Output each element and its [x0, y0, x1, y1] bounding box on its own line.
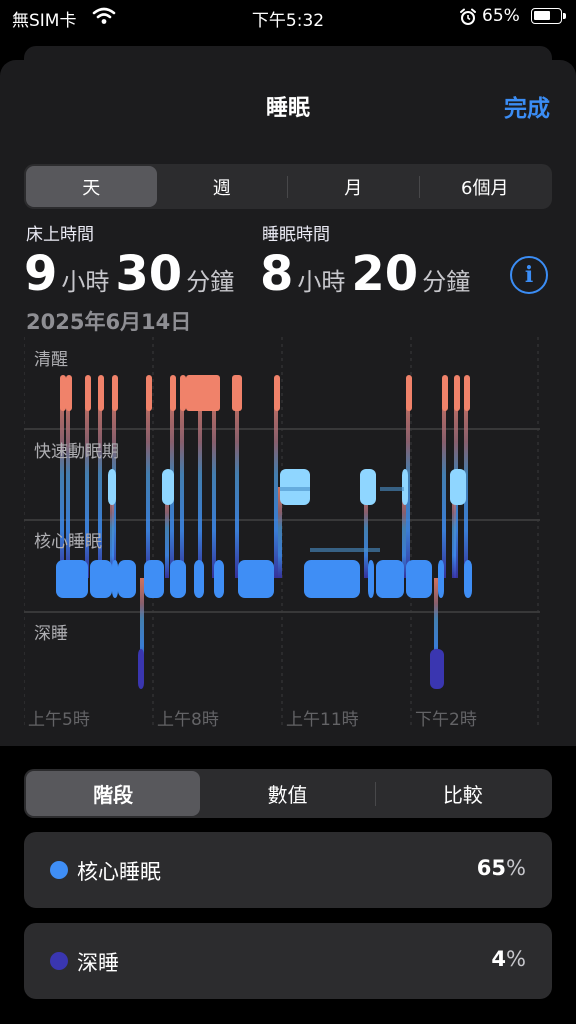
stage-label-awake: 清醒 [34, 350, 68, 370]
x-tick-label: 下午2時 [415, 710, 477, 730]
stage-transition [198, 389, 202, 578]
core-segment [56, 560, 88, 598]
stage-connector [280, 487, 310, 491]
legend-row-core[interactable]: 核心睡眠 65% [24, 832, 552, 908]
in-bed-label: 床上時間 [26, 225, 94, 245]
date-label: 2025年6月14日 [26, 310, 192, 334]
tab-stages[interactable]: 階段 [26, 771, 201, 816]
legend-name: 核心睡眠 [77, 860, 161, 884]
asleep-hours: 8 [260, 246, 294, 302]
awake-segment [442, 375, 448, 411]
core-segment [112, 560, 118, 598]
sleep-stages-chart: 清醒 快速動眠期 核心睡眠 深睡 上午5時 上午8時 上午11時 下午2時 [24, 337, 540, 730]
awake-segment [112, 375, 118, 411]
stage-transition [235, 389, 239, 578]
rem-segment [450, 469, 466, 505]
stage-label-deep: 深睡 [34, 624, 68, 644]
core-segment [406, 560, 432, 598]
alarm-icon [459, 8, 477, 30]
awake-segment [180, 375, 186, 411]
percent-symbol: % [506, 947, 526, 971]
stage-transition [442, 389, 446, 578]
core-segment [144, 560, 164, 598]
legend-percent: 4% [491, 947, 526, 971]
awake-segment [186, 375, 220, 411]
awake-segment [232, 375, 242, 411]
tab-comparisons[interactable]: 比較 [376, 771, 550, 816]
core-segment [438, 560, 444, 598]
sleep-sheet: 睡眠 完成 天 週 月 6個月 床上時間 睡眠時間 9 小時 30 分鐘 8 小時 20 分… [0, 60, 576, 1024]
percent-value: 4 [491, 947, 507, 971]
core-segment [90, 560, 112, 598]
x-tick-label: 上午8時 [157, 710, 219, 730]
percent-value: 65 [476, 856, 507, 880]
x-tick-label: 上午5時 [28, 710, 90, 730]
awake-segment [406, 375, 412, 411]
asleep-value: 8 小時 20 分鐘 [260, 246, 476, 302]
stage-transition [212, 389, 216, 578]
awake-segment [85, 375, 91, 411]
in-bed-hours: 9 [24, 246, 58, 302]
metric-segmented-control: 階段 數值 比較 [24, 769, 552, 818]
range-segmented-control: 天 週 月 6個月 [24, 164, 552, 209]
tab-six-months[interactable]: 6個月 [420, 166, 551, 207]
core-segment [118, 560, 136, 598]
stage-connector [380, 487, 404, 491]
awake-segment [454, 375, 460, 411]
battery-fill [534, 11, 550, 20]
tab-amounts[interactable]: 數值 [200, 771, 374, 816]
awake-segment [146, 375, 152, 411]
minutes-unit: 分鐘 [422, 268, 471, 296]
percent-symbol: % [506, 856, 526, 880]
deep-segment [138, 649, 144, 689]
stage-label-core: 核心睡眠 [34, 532, 102, 552]
legend-name: 深睡 [77, 951, 119, 975]
core-segment [194, 560, 204, 598]
rem-segment [162, 469, 174, 505]
awake-segment [98, 375, 104, 411]
stage-transition [146, 389, 150, 578]
awake-segment [464, 375, 470, 411]
stage-transition [180, 389, 184, 578]
done-button[interactable]: 完成 [504, 89, 550, 123]
rem-segment [360, 469, 376, 505]
tab-week[interactable]: 週 [157, 166, 288, 207]
legend-row-deep[interactable]: 深睡 4% [24, 923, 552, 999]
core-segment [376, 560, 404, 598]
in-bed-minutes: 30 [115, 246, 183, 302]
hours-unit: 小時 [297, 268, 346, 296]
status-bar: 無SIM卡 下午5:32 65% [0, 0, 576, 34]
awake-segment [66, 375, 72, 411]
stage-transition [274, 389, 278, 578]
tab-month[interactable]: 月 [288, 166, 419, 207]
hours-unit: 小時 [61, 268, 110, 296]
legend-percent: 65% [477, 856, 526, 880]
rem-segment [108, 469, 116, 505]
awake-segment [60, 375, 66, 411]
info-icon[interactable]: i [510, 256, 548, 294]
awake-segment [274, 375, 280, 411]
tab-day[interactable]: 天 [26, 166, 157, 207]
awake-segment [170, 375, 176, 411]
asleep-label: 睡眠時間 [262, 225, 330, 245]
stage-label-rem: 快速動眠期 [34, 442, 119, 462]
asleep-minutes: 20 [351, 246, 419, 302]
minutes-unit: 分鐘 [186, 268, 235, 296]
x-tick-label: 上午11時 [286, 710, 359, 730]
page-title: 睡眠 [265, 96, 310, 121]
battery-icon [531, 8, 566, 24]
battery-percent: 65% [482, 6, 520, 26]
deep-segment [430, 649, 444, 689]
deep-color-dot [50, 952, 68, 970]
stage-connector [310, 548, 380, 552]
in-bed-value: 9 小時 30 分鐘 [24, 246, 240, 302]
core-color-dot [50, 861, 68, 879]
core-segment [170, 560, 186, 598]
core-segment [304, 560, 360, 598]
core-segment [214, 560, 224, 598]
core-segment [238, 560, 274, 598]
core-segment [464, 560, 472, 598]
core-segment [368, 560, 374, 598]
